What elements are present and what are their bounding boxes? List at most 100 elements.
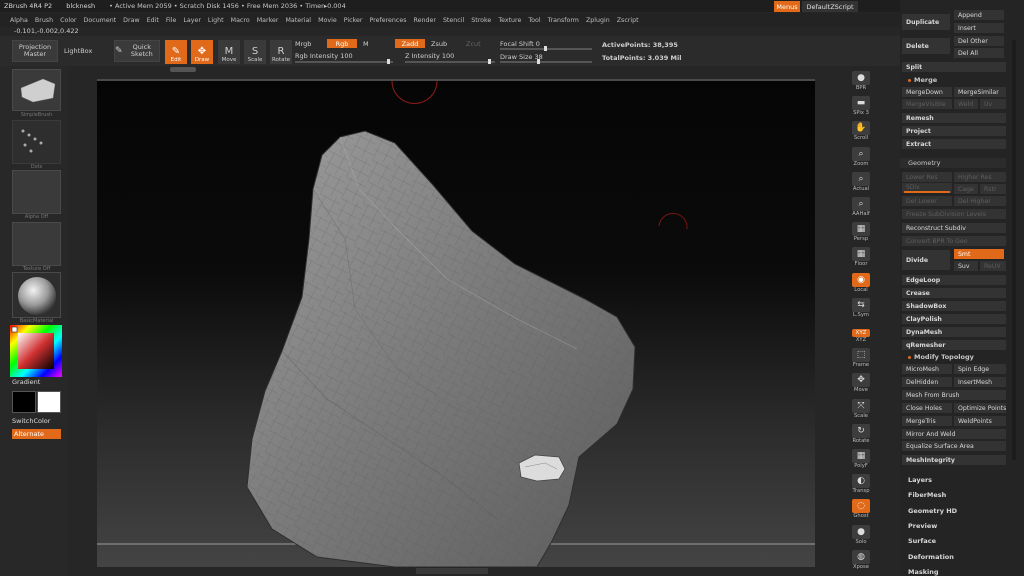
color-picker[interactable] (10, 325, 62, 377)
brush-thumbnail[interactable] (12, 69, 61, 111)
insert-button[interactable]: Insert (954, 23, 1004, 33)
convert-bpr-button[interactable]: Convert BPR To Geo (902, 236, 1006, 246)
spix-3-view-button[interactable]: ▬ SPix 3 (849, 94, 873, 116)
m-button[interactable]: M (363, 40, 369, 48)
bottom-tray-handle[interactable] (416, 568, 488, 574)
extract-button[interactable]: Extract (902, 139, 1006, 149)
dynamesh-button[interactable]: DynaMesh (902, 327, 1006, 337)
delhidden-button[interactable]: DelHidden (902, 377, 952, 387)
rgb-intensity-knob[interactable] (387, 59, 390, 64)
alternate-button[interactable]: Alternate (12, 429, 61, 439)
sdiv-slider[interactable]: SDiv (902, 183, 952, 193)
menu-stencil[interactable]: Stencil (443, 17, 464, 24)
polyf-view-button[interactable]: ▦ PolyF (849, 447, 873, 469)
rotate-view-button[interactable]: ↻ Rotate (849, 422, 873, 444)
del-lower-button[interactable]: Del Lower (902, 196, 952, 206)
zsub-button[interactable]: Zsub (431, 40, 447, 48)
menu-edit[interactable]: Edit (147, 17, 159, 24)
menu-preferences[interactable]: Preferences (369, 17, 406, 24)
menu-tool[interactable]: Tool (528, 17, 540, 24)
cage-button[interactable]: Cage (954, 184, 978, 194)
l-sym-view-button[interactable]: ⇆ L.Sym (849, 296, 873, 318)
micromesh-button[interactable]: MicroMesh (902, 364, 952, 374)
subpanel-fibermesh[interactable]: FiberMesh (908, 489, 946, 501)
subpanel-preview[interactable]: Preview (908, 520, 937, 532)
menu-light[interactable]: Light (208, 17, 224, 24)
menu-texture[interactable]: Texture (498, 17, 521, 24)
default-zscript-button[interactable]: DefaultZScript (802, 1, 858, 12)
subpanel-layers[interactable]: Layers (908, 474, 932, 486)
z-intensity-slider[interactable]: Z Intensity 100 (405, 52, 454, 60)
reuv-button[interactable]: ReUV (980, 261, 1006, 271)
menu-alpha[interactable]: Alpha (10, 17, 28, 24)
delete-button[interactable]: Delete (902, 38, 950, 54)
projection-master-button[interactable]: Projection Master (12, 40, 58, 62)
rotate-tool-button[interactable]: R Rotate (270, 40, 292, 64)
edgeloop-button[interactable]: EdgeLoop (902, 275, 1006, 285)
lightbox-button[interactable]: LightBox (64, 47, 92, 55)
mrgb-button[interactable]: Mrgb (295, 40, 311, 48)
move-view-button[interactable]: ✥ Move (849, 371, 873, 393)
rock-mesh[interactable] (246, 130, 636, 567)
duplicate-button[interactable]: Duplicate (902, 14, 950, 30)
gradient-button[interactable]: Gradient (12, 378, 40, 386)
aahalf-view-button[interactable]: ⌕ AAHalf (849, 195, 873, 217)
close-holes-button[interactable]: Close Holes (902, 403, 952, 413)
stroke-thumbnail[interactable] (12, 120, 61, 164)
meshintegrity-button[interactable]: MeshIntegrity (902, 455, 1006, 465)
menu-movie[interactable]: Movie (318, 17, 337, 24)
menu-layer[interactable]: Layer (183, 17, 201, 24)
zadd-button[interactable]: Zadd (395, 39, 425, 48)
main-color-swatch[interactable] (12, 391, 36, 413)
menu-zplugin[interactable]: Zplugin (586, 17, 610, 24)
rgb-intensity-slider[interactable]: Rgb Intensity 100 (295, 52, 353, 60)
insertmesh-button[interactable]: InsertMesh (954, 377, 1006, 387)
frame-view-button[interactable]: ⬚ Frame (849, 346, 873, 368)
material-thumbnail[interactable] (12, 272, 61, 318)
lower-res-button[interactable]: Lower Res (902, 172, 952, 182)
del-higher-button[interactable]: Del Higher (954, 196, 1006, 206)
rgb-intensity-track[interactable] (295, 61, 393, 63)
persp-view-button[interactable]: ▦ Persp (849, 220, 873, 242)
merge-similar-button[interactable]: MergeSimilar (954, 87, 1006, 97)
quick-sketch-button[interactable]: ✎ Quick Sketch (114, 40, 160, 62)
menu-macro[interactable]: Macro (231, 17, 250, 24)
palette-scrollbar[interactable] (1012, 40, 1016, 460)
suv-toggle[interactable]: Suv (954, 261, 978, 271)
subpanel-deformation[interactable]: Deformation (908, 551, 954, 563)
mergetris-button[interactable]: MergeTris (902, 416, 952, 426)
split-button[interactable]: Split (902, 62, 1006, 72)
subpanel-geometry-hd[interactable]: Geometry HD (908, 505, 957, 517)
zcut-button[interactable]: Zcut (466, 40, 481, 48)
divide-button[interactable]: Divide (902, 250, 950, 270)
focal-shift-slider[interactable]: Focal Shift 0 (500, 40, 540, 48)
draw-size-track[interactable] (500, 61, 592, 63)
alpha-thumbnail[interactable] (12, 170, 61, 214)
uv-button[interactable]: Uv (980, 99, 1006, 109)
menu-stroke[interactable]: Stroke (471, 17, 491, 24)
higher-res-button[interactable]: Higher Res (954, 172, 1006, 182)
menu-file[interactable]: File (166, 17, 177, 24)
subpanel-masking[interactable]: Masking (908, 566, 939, 576)
menu-document[interactable]: Document (84, 17, 117, 24)
scale-view-button[interactable]: ⤧ Scale (849, 397, 873, 419)
menus-button[interactable]: Menus (774, 1, 800, 12)
transp-view-button[interactable]: ◐ Transp (849, 472, 873, 494)
secondary-color-swatch[interactable] (37, 391, 61, 413)
z-intensity-knob[interactable] (488, 59, 491, 64)
draw-tool-button[interactable]: ✥ Draw (191, 40, 213, 64)
menu-color[interactable]: Color (60, 17, 76, 24)
zoom-view-button[interactable]: ⌕ Zoom (849, 145, 873, 167)
xpose-view-button[interactable]: ◍ Xpose (849, 548, 873, 570)
menu-zscript[interactable]: Zscript (617, 17, 639, 24)
xyz-view-button[interactable]: XYZ XYZ (849, 321, 873, 343)
merge-down-button[interactable]: MergeDown (902, 87, 952, 97)
scale-tool-button[interactable]: S Scale (244, 40, 266, 64)
reconstruct-subdiv-button[interactable]: Reconstruct Subdiv (902, 223, 1006, 233)
menu-picker[interactable]: Picker (344, 17, 363, 24)
canvas-scroll-handle[interactable] (170, 67, 196, 72)
freeze-subdiv-button[interactable]: Freeze SubDivision Levels (902, 209, 1006, 219)
bpr-view-button[interactable]: ● BPR (849, 69, 873, 91)
project-button[interactable]: Project (902, 126, 1006, 136)
equalize-surface-area-button[interactable]: Equalize Surface Area (902, 441, 1006, 451)
